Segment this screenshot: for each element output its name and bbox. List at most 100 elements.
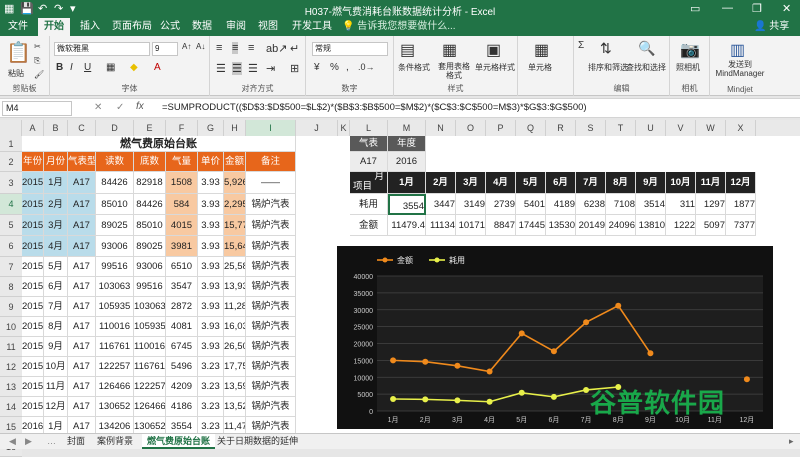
ledger-cell[interactable]: 3547 bbox=[166, 277, 198, 297]
ledger-header-cell[interactable]: 气量 bbox=[166, 152, 198, 172]
ledger-cell[interactable]: 5496 bbox=[166, 357, 198, 377]
ledger-cell[interactable]: 11,479.42 bbox=[224, 417, 246, 433]
ledger-cell[interactable]: A17 bbox=[68, 277, 96, 297]
cut-icon[interactable]: ✂ bbox=[34, 42, 41, 51]
italic-icon[interactable]: I bbox=[70, 62, 73, 73]
ledger-cell[interactable]: 11,286.96 bbox=[224, 297, 246, 317]
minimize-icon[interactable]: — bbox=[722, 2, 733, 14]
meter-value[interactable]: A17 bbox=[350, 152, 388, 172]
ledger-cell[interactable]: 3.93 bbox=[198, 215, 224, 236]
insert-function-icon[interactable]: fx bbox=[136, 101, 144, 112]
wrap-text-icon[interactable]: ↵ bbox=[290, 42, 299, 55]
ledger-cell[interactable]: 2015 bbox=[22, 215, 44, 236]
ledger-cell[interactable]: 84426 bbox=[96, 172, 134, 194]
ledger-cell[interactable]: 25,584.30 bbox=[224, 257, 246, 277]
prev-sheet-icon[interactable]: ◀ bbox=[4, 434, 21, 449]
amount-value[interactable]: 13810 bbox=[636, 215, 666, 236]
sort-filter-label[interactable]: 排序和筛选 bbox=[588, 62, 628, 73]
grow-font-icon[interactable]: A↑ bbox=[182, 42, 191, 51]
font-color-icon[interactable]: A bbox=[154, 62, 161, 73]
column-header[interactable]: J bbox=[296, 120, 338, 136]
ledger-cell[interactable]: 4186 bbox=[166, 397, 198, 417]
row-header[interactable]: 5 bbox=[0, 215, 22, 236]
ledger-cell[interactable]: 134206 bbox=[96, 417, 134, 433]
cells-icon[interactable]: ▦ bbox=[534, 40, 549, 60]
ledger-cell[interactable]: A17 bbox=[68, 397, 96, 417]
ledger-cell[interactable]: 6月 bbox=[44, 277, 68, 297]
cells-label[interactable]: 单元格 bbox=[528, 62, 552, 73]
ledger-cell[interactable]: 锅炉汽表 bbox=[246, 417, 296, 433]
amount-value[interactable]: 1222 bbox=[666, 215, 696, 236]
ledger-header-cell[interactable]: 底数 bbox=[134, 152, 166, 172]
autosum-icon[interactable]: Σ bbox=[578, 40, 584, 51]
row-header[interactable]: 6 bbox=[0, 236, 22, 257]
align-left-icon[interactable]: ☰ bbox=[216, 62, 226, 75]
row-header[interactable]: 1 bbox=[0, 136, 22, 152]
ledger-cell[interactable]: A17 bbox=[68, 236, 96, 257]
indent-icon[interactable]: ⇥ bbox=[266, 62, 275, 75]
ledger-header-cell[interactable]: 月份 bbox=[44, 152, 68, 172]
ledger-cell[interactable]: 93006 bbox=[96, 236, 134, 257]
ledger-cell[interactable]: 10月 bbox=[44, 357, 68, 377]
column-header[interactable]: I bbox=[246, 120, 296, 136]
usage-value[interactable]: 1877 bbox=[726, 194, 756, 215]
copy-icon[interactable]: ⎘ bbox=[34, 56, 40, 66]
ledger-cell[interactable]: 2015 bbox=[22, 357, 44, 377]
ledger-cell[interactable]: 584 bbox=[166, 194, 198, 215]
meter-label[interactable]: 气表 bbox=[350, 136, 388, 152]
column-header[interactable]: B bbox=[44, 120, 68, 136]
column-header[interactable]: Q bbox=[516, 120, 546, 136]
ledger-cell[interactable]: 3.93 bbox=[198, 172, 224, 194]
ledger-cell[interactable]: 1月 bbox=[44, 172, 68, 194]
ledger-cell[interactable]: 110016 bbox=[96, 317, 134, 337]
usage-value[interactable]: 311 bbox=[666, 194, 696, 215]
conditional-format-label[interactable]: 条件格式 bbox=[394, 62, 434, 73]
fill-color-icon[interactable]: ◆ bbox=[130, 62, 138, 73]
column-header[interactable]: M bbox=[388, 120, 426, 136]
ledger-cell[interactable]: 2015 bbox=[22, 257, 44, 277]
sheet-tab-date-extension[interactable]: 关于日期数据的延伸 bbox=[212, 434, 303, 449]
find-select-label[interactable]: 查找和选择 bbox=[626, 62, 666, 73]
usage-label[interactable]: 耗用 bbox=[350, 194, 388, 215]
ledger-cell[interactable]: 3981 bbox=[166, 236, 198, 257]
amount-value[interactable]: 13530 bbox=[546, 215, 576, 236]
month-header[interactable]: 4月 bbox=[486, 172, 516, 194]
amount-value[interactable]: 5097 bbox=[696, 215, 726, 236]
restore-icon[interactable]: ❐ bbox=[752, 2, 762, 15]
ledger-cell[interactable]: A17 bbox=[68, 417, 96, 433]
row-header[interactable]: 3 bbox=[0, 172, 22, 194]
ledger-cell[interactable]: A17 bbox=[68, 257, 96, 277]
sheet-tab-background[interactable]: 案例背景 bbox=[92, 434, 138, 449]
ledger-cell[interactable]: 4月 bbox=[44, 236, 68, 257]
row-header[interactable]: 9 bbox=[0, 297, 22, 317]
ledger-cell[interactable]: 126466 bbox=[96, 377, 134, 397]
ledger-cell[interactable]: 4081 bbox=[166, 317, 198, 337]
ledger-cell[interactable]: 2015 bbox=[22, 317, 44, 337]
row-header[interactable]: 7 bbox=[0, 257, 22, 277]
ledger-cell[interactable]: 2,295.12 bbox=[224, 194, 246, 215]
ledger-cell[interactable]: 锅炉汽表 bbox=[246, 236, 296, 257]
amount-value[interactable]: 11479.4 bbox=[388, 215, 426, 236]
usage-value[interactable]: 6238 bbox=[576, 194, 606, 215]
ledger-cell[interactable]: 3.23 bbox=[198, 357, 224, 377]
row-header[interactable]: 12 bbox=[0, 357, 22, 377]
ledger-cell[interactable]: 4209 bbox=[166, 377, 198, 397]
ledger-header-cell[interactable]: 气表型号 bbox=[68, 152, 96, 172]
ledger-cell[interactable]: 8月 bbox=[44, 317, 68, 337]
ribbon-display-icon[interactable]: ▭ bbox=[690, 2, 700, 15]
shrink-font-icon[interactable]: A↓ bbox=[196, 42, 205, 51]
ledger-cell[interactable]: 13,595.07 bbox=[224, 377, 246, 397]
ledger-cell[interactable]: A17 bbox=[68, 172, 96, 194]
column-header[interactable]: H bbox=[224, 120, 246, 136]
month-header[interactable]: 7月 bbox=[576, 172, 606, 194]
ledger-cell[interactable]: 93006 bbox=[134, 257, 166, 277]
row-header[interactable]: 14 bbox=[0, 397, 22, 417]
amount-value[interactable]: 7377 bbox=[726, 215, 756, 236]
ledger-cell[interactable]: 1508 bbox=[166, 172, 198, 194]
ledger-cell[interactable]: 3.93 bbox=[198, 277, 224, 297]
ledger-cell[interactable]: 16,038.33 bbox=[224, 317, 246, 337]
table-format-icon[interactable]: ▦ bbox=[442, 40, 457, 60]
share-button[interactable]: 👤 共享 bbox=[748, 18, 795, 36]
increase-decimal-icon[interactable]: .0→ bbox=[358, 62, 375, 72]
tab-formulas[interactable]: 公式 bbox=[154, 18, 186, 36]
